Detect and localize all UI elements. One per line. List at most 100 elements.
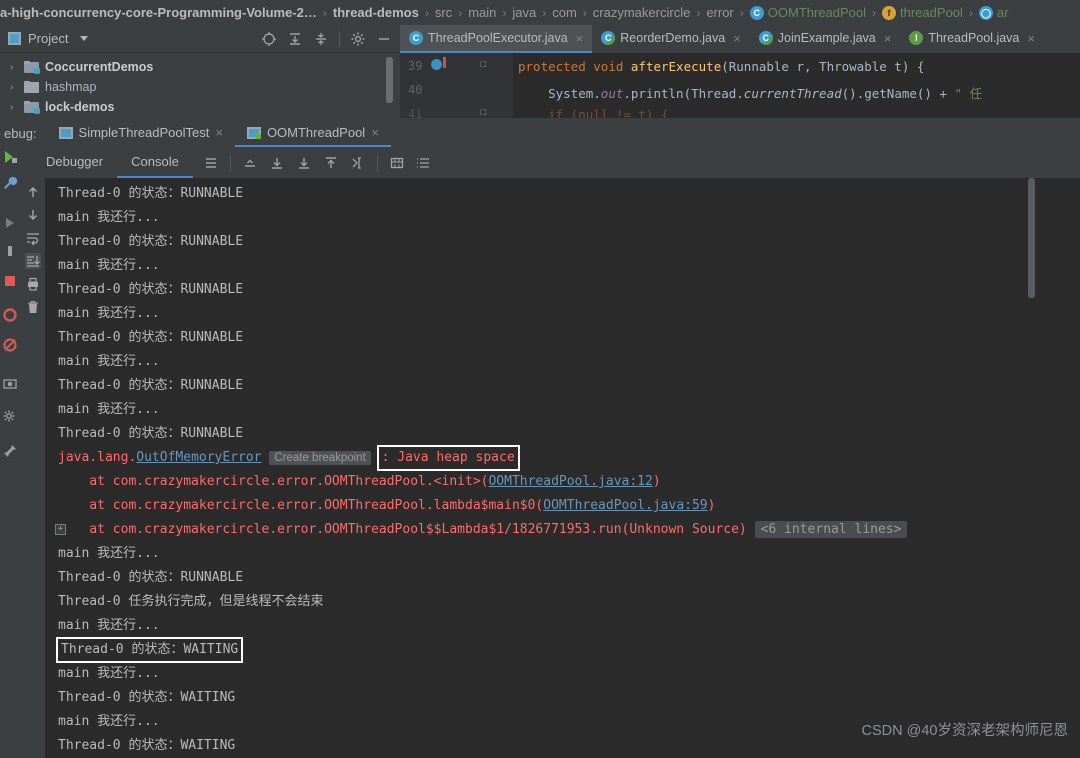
debug-session-tab-label: OOMThreadPool (266, 125, 366, 140)
debug-side-toolbar (20, 178, 45, 758)
debug-session-tab[interactable]: OOMThreadPool × (234, 125, 391, 147)
fold-marker-icon[interactable]: ☐ (480, 105, 487, 118)
breakpoint-icon[interactable] (431, 59, 442, 70)
run-config-icon (58, 126, 73, 139)
locate-icon[interactable] (261, 31, 277, 47)
code-line: protected void afterExecute(Runnable r, … (518, 59, 924, 74)
pin-icon[interactable] (2, 443, 18, 459)
soft-wrap-icon[interactable] (242, 155, 258, 171)
tree-node[interactable]: › CoccurrentDemos (0, 57, 400, 77)
chevron-right-icon[interactable]: › (10, 102, 24, 113)
scroll-to-end-icon[interactable] (269, 155, 285, 171)
debug-window-title: ebug: (4, 126, 37, 141)
internal-lines-chip[interactable]: <6 internal lines> (754, 521, 908, 538)
console-line: Thread-0 的状态：RUNNABLE (58, 330, 244, 345)
fold-marker-icon[interactable]: ☐ (480, 57, 487, 70)
breadcrumb-item[interactable]: com (552, 5, 577, 20)
rerun-icon[interactable] (2, 149, 18, 165)
close-icon[interactable]: × (576, 31, 584, 46)
stack-source-link[interactable]: OOMThreadPool.java:12 (488, 474, 652, 489)
code-token: void (593, 59, 624, 74)
view-breakpoints-icon[interactable] (2, 307, 18, 323)
breadcrumb: a-high-concurrency-core-Programming-Volu… (0, 0, 1080, 25)
editor-tab[interactable]: C ReorderDemo.java × (592, 25, 750, 53)
breadcrumb-separator: › (872, 5, 877, 20)
line-number: 39 (408, 59, 423, 73)
code-editor[interactable]: 39 40 41 ☐ ☐ protected void afterExecute… (400, 53, 1080, 118)
debug-panel-tab[interactable]: Debugger (32, 147, 117, 178)
stop-icon[interactable] (2, 273, 18, 289)
scroll-down-icon[interactable] (296, 155, 312, 171)
runnable-class-icon: C (758, 31, 773, 45)
scroll-to-end-icon[interactable] (24, 253, 41, 269)
debug-session-tab[interactable]: SimpleThreadPoolTest × (47, 125, 235, 147)
settings-icon[interactable] (350, 31, 366, 47)
wrap-lines-icon[interactable] (416, 155, 432, 171)
editor-tab[interactable]: I ThreadPool.java × (900, 25, 1044, 53)
highlight-box: Thread-0 的状态：WAITING (55, 637, 244, 663)
breadcrumb-item[interactable]: main (468, 5, 496, 20)
console-scrollbar[interactable] (1028, 178, 1035, 298)
project-tree-scrollbar[interactable] (386, 57, 393, 103)
stack-source-link[interactable]: OOMThreadPool.java:59 (543, 498, 707, 513)
print-icon[interactable] (25, 276, 41, 292)
scroll-up-icon[interactable] (323, 155, 339, 171)
mute-breakpoints-icon[interactable] (2, 337, 18, 353)
scroll-to-stacktrace-icon[interactable] (350, 155, 366, 171)
breadcrumb-item[interactable]: crazymakercircle (593, 5, 691, 20)
breadcrumb-separator: › (696, 5, 701, 20)
code-token: " 任 (954, 86, 983, 101)
close-icon[interactable]: × (215, 125, 223, 140)
chevron-right-icon[interactable]: › (10, 82, 24, 93)
editor-tab[interactable]: C JoinExample.java × (750, 25, 901, 53)
console-line: main 我还行... (58, 258, 160, 273)
breadcrumb-item[interactable]: ◯ ar (978, 5, 1008, 20)
code-token: currentThread (743, 86, 842, 101)
breadcrumb-item[interactable]: a-high-concurrency-core-Programming-Volu… (0, 5, 317, 20)
breadcrumb-item[interactable]: C OOMThreadPool (749, 5, 866, 20)
console-line: Thread-0 的状态：RUNNABLE (58, 234, 244, 249)
wrench-icon[interactable] (2, 175, 18, 191)
chevron-down-icon[interactable] (80, 36, 89, 41)
menu-icon[interactable] (203, 155, 219, 171)
breadcrumb-item[interactable]: error (706, 5, 733, 20)
editor-tab[interactable]: C ThreadPoolExecutor.java × (400, 25, 593, 53)
expand-fold-icon[interactable]: + (55, 524, 66, 535)
close-icon[interactable]: × (1027, 31, 1035, 46)
scroll-up-icon[interactable] (25, 184, 41, 200)
print-icon[interactable] (389, 155, 405, 171)
console-output[interactable]: Thread-0 的状态：RUNNABLE main 我还行... Thread-0… (45, 178, 1080, 758)
camera-icon[interactable] (2, 375, 18, 391)
code-line: if (null != t) { (518, 107, 668, 118)
tree-node-label: CoccurrentDemos (45, 60, 154, 74)
editor-tab-label: ThreadPoolExecutor.java (428, 31, 568, 45)
tree-node[interactable]: › hashmap (0, 77, 400, 97)
create-breakpoint-chip[interactable]: Create breakpoint (269, 451, 371, 465)
console-line: main 我还行... (58, 546, 160, 561)
console-line: Thread-0 的状态：RUNNABLE (58, 282, 244, 297)
trash-icon[interactable] (25, 299, 41, 315)
chevron-right-icon[interactable]: › (10, 62, 24, 73)
console-line: main 我还行... (58, 306, 160, 321)
tree-node[interactable]: › lock-demos (0, 97, 400, 117)
close-icon[interactable]: × (371, 125, 379, 140)
close-icon[interactable]: × (884, 31, 892, 46)
collapse-all-icon[interactable] (313, 31, 329, 47)
resume-icon[interactable] (2, 215, 18, 231)
pause-icon[interactable] (2, 243, 18, 259)
settings-icon[interactable] (2, 409, 18, 425)
close-icon[interactable]: × (733, 31, 741, 46)
expand-all-icon[interactable] (287, 31, 303, 47)
module-badge-icon (34, 108, 40, 114)
breadcrumb-item[interactable]: thread-demos (333, 5, 419, 20)
breadcrumb-item[interactable]: f threadPool (882, 5, 963, 20)
breadcrumb-item[interactable]: java (512, 5, 536, 20)
scroll-down-icon[interactable] (25, 207, 41, 223)
stack-text: at com.crazymakercircle.error.OOMThreadP… (58, 522, 747, 537)
hide-panel-icon[interactable] (376, 31, 392, 47)
soft-wrap-icon[interactable] (25, 230, 41, 246)
exception-class-link[interactable]: OutOfMemoryError (136, 450, 261, 465)
code-token: (Runnable r, Throwable t) { (721, 59, 925, 74)
debug-panel-tab[interactable]: Console (117, 147, 193, 178)
breadcrumb-item[interactable]: src (435, 5, 452, 20)
